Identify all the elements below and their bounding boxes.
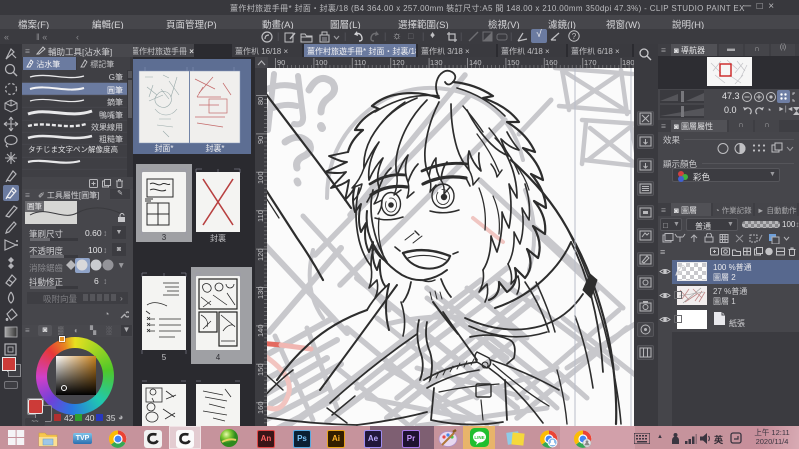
- svg-text:140: 140: [469, 58, 482, 67]
- svg-text:110: 110: [256, 210, 265, 222]
- svg-text:タチじま文字ペン解像度高: タチじま文字ペン解像度高: [28, 144, 118, 154]
- svg-text:170: 170: [584, 58, 597, 67]
- svg-text:130: 130: [256, 286, 265, 299]
- svg-text:?: ?: [572, 32, 577, 41]
- svg-text:80: 80: [256, 97, 265, 105]
- svg-text:110: 110: [354, 58, 366, 67]
- svg-text:150: 150: [256, 363, 265, 376]
- svg-text:180: 180: [622, 58, 634, 67]
- svg-text:LINE: LINE: [474, 435, 484, 440]
- svg-text:130: 130: [430, 58, 443, 67]
- svg-text:100: 100: [315, 58, 328, 67]
- svg-text:90: 90: [277, 58, 285, 67]
- svg-text:100: 100: [256, 171, 265, 184]
- svg-text:120: 120: [392, 58, 405, 67]
- svg-text:160: 160: [256, 401, 265, 414]
- svg-text:120: 120: [256, 248, 265, 261]
- svg-text:150: 150: [507, 58, 520, 67]
- svg-text:90: 90: [256, 136, 265, 144]
- svg-text:140: 140: [256, 324, 265, 337]
- svg-text:160: 160: [545, 58, 558, 67]
